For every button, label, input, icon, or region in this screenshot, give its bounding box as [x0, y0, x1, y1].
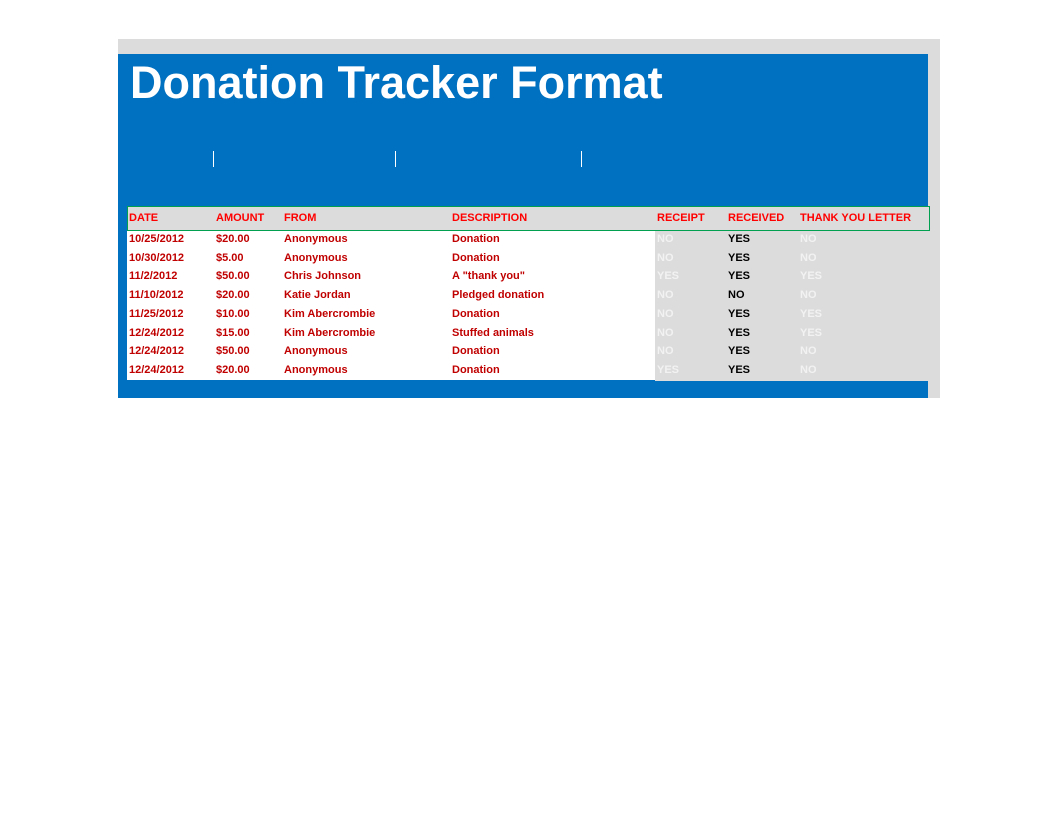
cell-received[interactable]: YES: [728, 327, 750, 339]
table-left-border: [118, 206, 127, 381]
status-cell-background: [655, 305, 940, 325]
header-description[interactable]: DESCRIPTION: [452, 212, 527, 224]
cell-thank-you-letter[interactable]: NO: [800, 233, 817, 245]
header-thank-you-letter[interactable]: THANK YOU LETTER: [800, 212, 911, 224]
cell-receipt[interactable]: NO: [657, 308, 674, 320]
cell-date[interactable]: 12/24/2012: [129, 327, 184, 339]
cell-date[interactable]: 12/24/2012: [129, 345, 184, 357]
table-row[interactable]: 12/24/2012 $15.00 Kim Abercrombie Stuffed a…: [127, 324, 940, 344]
banner-separator: [395, 151, 396, 167]
cell-from[interactable]: Anonymous: [284, 233, 348, 245]
cell-description[interactable]: Stuffed animals: [452, 327, 534, 339]
cell-thank-you-letter[interactable]: YES: [800, 270, 822, 282]
header-received[interactable]: RECEIVED: [728, 212, 784, 224]
cell-date[interactable]: 10/25/2012: [129, 233, 184, 245]
cell-received[interactable]: YES: [728, 233, 750, 245]
header-from[interactable]: FROM: [284, 212, 316, 224]
cell-from[interactable]: Katie Jordan: [284, 289, 351, 301]
page-title: Donation Tracker Format: [130, 57, 663, 108]
cell-thank-you-letter[interactable]: NO: [800, 289, 817, 301]
cell-receipt[interactable]: YES: [657, 364, 679, 376]
table-body: 10/25/2012 $20.00 Anonymous Donation NO YES NO…: [127, 231, 940, 381]
cell-thank-you-letter[interactable]: NO: [800, 252, 817, 264]
cell-receipt[interactable]: YES: [657, 270, 679, 282]
table-row[interactable]: 11/10/2012 $20.00 Katie Jordan Pledged dona…: [127, 287, 940, 306]
cell-description[interactable]: Donation: [452, 252, 500, 264]
table-row[interactable]: 12/24/2012 $50.00 Anonymous Donation NO YES NO: [127, 343, 940, 362]
cell-description[interactable]: Pledged donation: [452, 289, 544, 301]
status-cell-background: [655, 324, 940, 344]
table-row[interactable]: 10/25/2012 $20.00 Anonymous Donation NO YES NO: [127, 231, 940, 250]
cell-amount[interactable]: $50.00: [216, 270, 250, 282]
cell-receipt[interactable]: NO: [657, 252, 674, 264]
status-cell-background: [655, 249, 940, 269]
cell-received[interactable]: NO: [728, 289, 745, 301]
cell-received[interactable]: YES: [728, 345, 750, 357]
cell-date[interactable]: 11/2/2012: [129, 270, 177, 282]
cell-from[interactable]: Anonymous: [284, 252, 348, 264]
cell-from[interactable]: Kim Abercrombie: [284, 308, 375, 320]
cell-from[interactable]: Kim Abercrombie: [284, 327, 375, 339]
cell-thank-you-letter[interactable]: NO: [800, 364, 817, 376]
table-row[interactable]: 10/30/2012 $5.00 Anonymous Donation NO YES NO: [127, 249, 940, 269]
table-header-row: DATE AMOUNT FROM DESCRIPTION RECEIPT REC…: [127, 206, 930, 231]
cell-received[interactable]: YES: [728, 308, 750, 320]
cell-received[interactable]: YES: [728, 270, 750, 282]
cell-received[interactable]: YES: [728, 252, 750, 264]
status-cell-background: [655, 231, 940, 250]
table-bottom-band: [118, 380, 928, 398]
cell-receipt[interactable]: NO: [657, 233, 674, 245]
cell-amount[interactable]: $15.00: [216, 327, 250, 339]
cell-description[interactable]: Donation: [452, 345, 500, 357]
cell-amount[interactable]: $50.00: [216, 345, 250, 357]
header-amount[interactable]: AMOUNT: [216, 212, 264, 224]
cell-from[interactable]: Anonymous: [284, 364, 348, 376]
cell-date[interactable]: 10/30/2012: [129, 252, 184, 264]
table-row[interactable]: 11/25/2012 $10.00 Kim Abercrombie Donation N…: [127, 305, 940, 325]
cell-description[interactable]: A "thank you": [452, 270, 525, 282]
cell-thank-you-letter[interactable]: NO: [800, 345, 817, 357]
cell-description[interactable]: Donation: [452, 233, 500, 245]
cell-from[interactable]: Chris Johnson: [284, 270, 361, 282]
status-cell-background: [655, 343, 940, 362]
cell-receipt[interactable]: NO: [657, 327, 674, 339]
cell-date[interactable]: 12/24/2012: [129, 364, 184, 376]
table-row[interactable]: 11/2/2012 $50.00 Chris Johnson A "thank you…: [127, 268, 940, 288]
table-row[interactable]: 12/24/2012 $20.00 Anonymous Donation YES YES N…: [127, 361, 940, 381]
cell-thank-you-letter[interactable]: YES: [800, 327, 822, 339]
cell-receipt[interactable]: NO: [657, 345, 674, 357]
status-cell-background: [655, 268, 940, 288]
header-receipt[interactable]: RECEIPT: [657, 212, 705, 224]
cell-thank-you-letter[interactable]: YES: [800, 308, 822, 320]
cell-description[interactable]: Donation: [452, 308, 500, 320]
cell-amount[interactable]: $10.00: [216, 308, 250, 320]
cell-amount[interactable]: $20.00: [216, 364, 250, 376]
banner-separator: [581, 151, 582, 167]
cell-amount[interactable]: $20.00: [216, 289, 250, 301]
cell-amount[interactable]: $5.00: [216, 252, 244, 264]
banner-separator: [213, 151, 214, 167]
cell-receipt[interactable]: NO: [657, 289, 674, 301]
cell-received[interactable]: YES: [728, 364, 750, 376]
cell-date[interactable]: 11/10/2012: [129, 289, 183, 301]
cell-from[interactable]: Anonymous: [284, 345, 348, 357]
header-date[interactable]: DATE: [129, 212, 158, 224]
cell-description[interactable]: Donation: [452, 364, 500, 376]
status-cell-background: [655, 287, 940, 306]
status-cell-background: [655, 361, 940, 381]
cell-amount[interactable]: $20.00: [216, 233, 250, 245]
cell-date[interactable]: 11/25/2012: [129, 308, 183, 320]
